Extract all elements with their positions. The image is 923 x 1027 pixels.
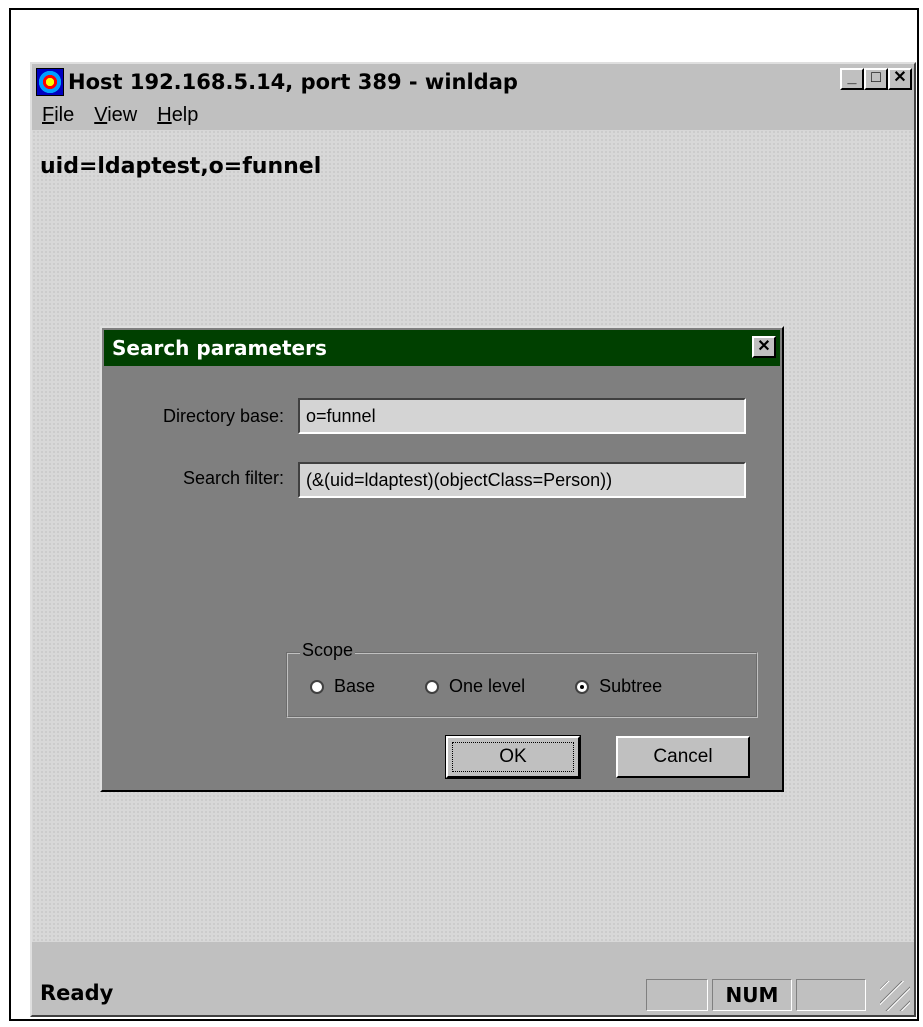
menu-bar: File View Help — [32, 104, 914, 130]
scope-subtree-radio[interactable]: Subtree — [575, 676, 662, 697]
window-title: Host 192.168.5.14, port 389 - winldap — [68, 70, 518, 94]
dialog-close-button[interactable]: ✕ — [752, 336, 776, 358]
close-button[interactable]: ✕ — [888, 68, 912, 90]
search-filter-input[interactable]: (&(uid=ldaptest)(objectClass=Person)) — [298, 462, 746, 498]
app-icon[interactable] — [36, 68, 64, 96]
status-panel-caps — [646, 979, 708, 1011]
client-area: uid=ldaptest,o=funnel Search parameters … — [32, 130, 914, 942]
minimize-button[interactable]: _ — [840, 68, 864, 90]
status-text: Ready — [40, 981, 114, 1005]
dialog-title: Search parameters — [112, 336, 327, 360]
scope-group: Scope Base One level Subtree — [286, 640, 758, 718]
radio-button-icon — [425, 679, 440, 694]
scope-one-level-radio[interactable]: One level — [425, 676, 525, 697]
search-filter-label: Search filter: — [182, 468, 284, 488]
focus-rect — [452, 742, 574, 772]
current-dn: uid=ldaptest,o=funnel — [40, 154, 322, 179]
scope-label: Scope — [300, 640, 356, 661]
dialog-title-bar[interactable]: Search parameters ✕ — [104, 330, 780, 366]
cancel-label: Cancel — [653, 746, 713, 767]
scope-one-level-label: One level — [449, 676, 526, 696]
ok-button[interactable]: OK — [445, 735, 581, 779]
menu-help[interactable]: Help — [157, 104, 198, 130]
main-window: Host 192.168.5.14, port 389 - winldap _ … — [30, 62, 916, 1017]
directory-base-label: Directory base: — [162, 406, 284, 426]
scope-base-label: Base — [334, 676, 376, 696]
status-bar: Ready NUM — [32, 973, 914, 1015]
scope-options: Base One level Subtree — [310, 676, 662, 697]
status-panel-num: NUM — [712, 979, 792, 1011]
radio-button-icon — [310, 679, 324, 694]
radio-button-checked-icon — [575, 679, 590, 694]
cancel-button[interactable]: Cancel — [616, 736, 750, 778]
menu-file[interactable]: File — [42, 104, 74, 130]
maximize-button[interactable]: □ — [864, 68, 888, 90]
scope-base-radio[interactable]: Base — [310, 676, 375, 697]
directory-base-input[interactable]: o=funnel — [298, 398, 746, 434]
menu-view[interactable]: View — [94, 104, 137, 130]
window-controls: _ □ ✕ — [840, 68, 912, 90]
scope-subtree-label: Subtree — [599, 676, 663, 696]
search-parameters-dialog: Search parameters ✕ Directory base: o=fu… — [100, 326, 784, 792]
resize-grip-icon[interactable] — [880, 981, 910, 1011]
status-panel-scroll — [796, 979, 866, 1011]
title-bar[interactable]: Host 192.168.5.14, port 389 - winldap _ … — [32, 64, 914, 100]
